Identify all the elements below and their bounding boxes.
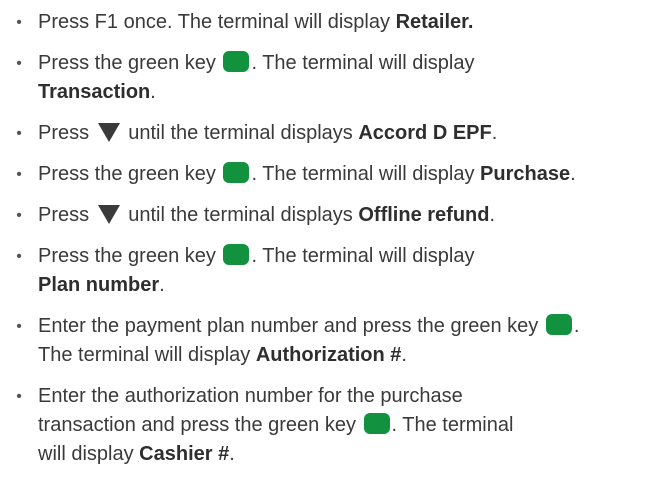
step-text: The terminal will display [38,344,256,366]
step-text: . [401,344,407,366]
bullet: • [16,125,22,142]
display-label: Offline refund [358,204,490,226]
step-text: Enter the payment plan number and press … [38,315,544,337]
step-text: Press the green key [38,52,222,74]
step-text: . [573,315,580,337]
step-text: Enter the authorization number for the p… [38,385,463,407]
green-key-icon [363,413,390,434]
display-label: Transaction [38,81,151,103]
step-text: . [229,443,235,465]
green-key-icon [223,244,250,265]
step-text: . [570,163,576,185]
display-label: Retailer. [395,11,474,33]
down-arrow-icon [97,123,120,142]
display-label: Plan number [38,274,160,296]
bullet: • [16,166,22,183]
step-text: transaction and press the green key [38,414,362,436]
step-text: Press [38,122,95,144]
list-item: • Enter the authorization number for the… [14,382,654,469]
step-text: . The terminal will display [251,245,475,267]
step-text: . [150,81,156,103]
step-text: Press the green key [38,245,222,267]
step-text: . [159,274,165,296]
step-text: . The terminal will display [251,52,475,74]
step-text: until the terminal displays [122,204,359,226]
step-text: Press [38,204,95,226]
step-text: Press F1 once. The terminal will display [38,11,396,33]
list-item: • Press F1 once. The terminal will displ… [14,8,654,37]
down-arrow-icon [97,205,120,224]
green-key-icon [545,314,572,335]
bullet: • [16,318,22,335]
step-text: . [491,122,498,144]
bullet: • [16,14,22,31]
bullet: • [16,207,22,224]
list-item: • Enter the payment plan number and pres… [14,312,654,370]
display-label: Accord D EPF [358,122,492,144]
instruction-list: • Press F1 once. The terminal will displ… [14,8,654,481]
display-label: Purchase [480,163,571,185]
list-item: • Press until the terminal displays Acco… [14,119,654,148]
display-label: Cashier # [139,443,230,465]
step-text: . The terminal [391,414,514,436]
list-item: • Press until the terminal displays Offl… [14,201,654,230]
list-item: • Press the green key . The terminal wil… [14,160,654,189]
step-text: . [489,204,496,226]
step-text: . The terminal will display [251,163,481,185]
bullet: • [16,388,22,405]
green-key-icon [223,51,250,72]
list-item: • Press the green key . The terminal wil… [14,242,654,300]
list-item: • Press the green key . The terminal wil… [14,49,654,107]
green-key-icon [223,162,250,183]
bullet: • [16,55,22,72]
step-text: until the terminal displays [122,122,359,144]
step-text: Press the green key [38,163,222,185]
step-text: will display [38,443,140,465]
bullet: • [16,248,22,265]
display-label: Authorization # [255,344,402,366]
